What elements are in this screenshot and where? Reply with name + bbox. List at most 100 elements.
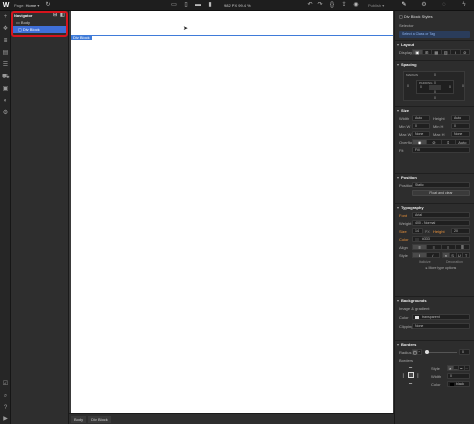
preview-icon[interactable]: ◉ — [352, 2, 360, 9]
bg-color-input[interactable]: transparent — [412, 314, 470, 320]
margin-box[interactable]: MARGIN 0 0 0 0 PADDING 0 0 0 0 — [403, 71, 465, 101]
radius-mode-control[interactable]: ▢ ⌜ — [412, 349, 422, 355]
selected-element-tag[interactable]: Div Block — [71, 35, 92, 40]
no-decoration-icon[interactable]: × — [443, 253, 450, 258]
breadcrumb-body[interactable]: Body — [71, 415, 87, 423]
border-style-control[interactable]: × — ┅ ┈ — [447, 365, 470, 371]
position-header[interactable]: Position — [395, 174, 474, 182]
font-size-input[interactable]: 14 — [412, 228, 423, 234]
margin-right[interactable]: 0 — [462, 84, 464, 88]
selector-input[interactable]: Select a Class or Tag — [399, 31, 470, 38]
redo-icon[interactable]: ↷ — [316, 2, 324, 9]
display-grid-icon[interactable]: ▦ — [432, 50, 442, 55]
assets-icon[interactable]: ▣ — [2, 86, 9, 93]
page-selector[interactable]: Page: Home ▾ — [14, 3, 39, 8]
navigator-icon[interactable]: ≡ — [2, 38, 9, 45]
border-left-icon[interactable]: ▏ — [403, 373, 406, 378]
settings-icon[interactable]: ⚙ — [2, 110, 9, 117]
desktop-icon[interactable]: ▭ — [170, 2, 178, 9]
padding-bottom[interactable]: 0 — [434, 90, 436, 94]
ecommerce-icon[interactable]: ⛟ — [2, 74, 10, 81]
font-size-unit[interactable]: PX — [425, 230, 430, 234]
font-select[interactable]: Arial — [412, 212, 470, 218]
interactions-tab-bolt-icon[interactable]: ϟ — [454, 0, 474, 11]
undo-icon[interactable]: ↶ — [306, 2, 314, 9]
clipping-select[interactable]: None — [412, 323, 470, 329]
weight-select[interactable]: 400 - Normal — [412, 220, 470, 226]
position-select[interactable]: Static — [412, 182, 470, 188]
text-align-control[interactable]: ≡ ≡ ≡ ≣ — [412, 244, 470, 250]
overflow-scroll-icon[interactable]: ⇕ — [442, 140, 456, 145]
overflow-control[interactable]: ◉ ⊘ ⇕ Auto — [412, 139, 470, 145]
align-justify-icon[interactable]: ≣ — [456, 245, 469, 250]
more-type-options-button[interactable]: ▸ More type options — [412, 266, 470, 272]
help-icon[interactable]: ? — [2, 405, 9, 412]
typography-header[interactable]: Typography — [395, 204, 474, 212]
border-all-icon[interactable] — [408, 372, 414, 378]
fit-select[interactable]: Fill — [412, 147, 470, 153]
refresh-icon[interactable]: ↻ — [44, 2, 52, 9]
backgrounds-header[interactable]: Backgrounds — [395, 297, 474, 305]
display-block-icon[interactable]: ▣ — [413, 50, 423, 55]
line-height-input[interactable]: 20 — [451, 228, 470, 234]
padding-right[interactable]: 0 — [449, 85, 451, 89]
symbols-icon[interactable]: ❖ — [2, 26, 9, 33]
align-center-icon[interactable]: ≡ — [427, 245, 442, 250]
tablet-icon[interactable]: ▯ — [182, 2, 190, 9]
cms-icon[interactable]: ☰ — [2, 62, 9, 69]
style-manager-icon[interactable]: ◐ — [2, 98, 9, 105]
regular-icon[interactable]: I — [413, 253, 427, 258]
search-icon[interactable]: ⌕ — [2, 393, 9, 400]
border-dotted-icon[interactable]: ┈ — [465, 366, 470, 371]
add-icon[interactable]: + — [2, 14, 9, 21]
overflow-auto[interactable]: Auto — [456, 140, 469, 145]
radius-input[interactable]: 0 — [459, 349, 470, 355]
strikethrough-icon[interactable]: S — [450, 253, 457, 258]
float-clear-button[interactable]: Float and clear — [412, 190, 470, 196]
min-height-input[interactable]: 0 — [451, 123, 470, 129]
pages-icon[interactable]: ▤ — [2, 50, 9, 57]
export-icon[interactable]: ⇪ — [340, 2, 348, 9]
text-color-input[interactable]: #333 — [412, 236, 470, 242]
display-segmented-control[interactable]: ▣ ⊞ ▦ ▥ I ⊘ — [412, 49, 470, 55]
decoration-control[interactable]: × S U T — [442, 252, 470, 258]
align-left-icon[interactable]: ≡ — [413, 245, 428, 250]
display-none-icon[interactable]: ⊘ — [461, 50, 470, 55]
margin-left[interactable]: 0 — [407, 84, 409, 88]
margin-top[interactable]: 0 — [434, 73, 436, 77]
min-width-input[interactable]: 0 — [412, 123, 430, 129]
code-icon[interactable]: {} — [328, 2, 336, 9]
borders-header[interactable]: Borders — [395, 341, 474, 349]
italic-icon[interactable]: I — [427, 253, 440, 258]
radius-slider-track[interactable] — [425, 352, 457, 353]
display-flex-icon[interactable]: ⊞ — [423, 50, 432, 55]
padding-left[interactable]: 0 — [420, 85, 422, 89]
interactions-tab-drop-icon[interactable]: ◌ — [434, 0, 454, 11]
border-side-picker[interactable]: ▔ ▏ ▕ ▁ — [403, 367, 419, 384]
border-right-icon[interactable]: ▕ — [415, 373, 418, 378]
padding-box[interactable]: PADDING 0 0 0 0 — [416, 80, 454, 94]
radius-individual-icon[interactable]: ⌜ — [418, 350, 421, 355]
margin-bottom[interactable]: 0 — [434, 96, 436, 100]
width-input[interactable]: Auto — [412, 115, 430, 121]
height-input[interactable]: Auto — [451, 115, 470, 121]
webflow-logo[interactable]: W — [1, 1, 11, 10]
overflow-hidden-icon[interactable]: ⊘ — [427, 140, 442, 145]
canvas-page[interactable] — [71, 11, 393, 413]
style-tab-brush-icon[interactable]: ✎ — [394, 0, 414, 11]
settings-tab-gear-icon[interactable]: ⚙ — [414, 0, 434, 11]
publish-button[interactable]: Publish ▾ — [368, 3, 384, 8]
max-height-input[interactable]: None — [451, 131, 470, 137]
align-right-icon[interactable]: ≡ — [442, 245, 456, 250]
border-color-input[interactable]: black — [447, 381, 470, 387]
layout-header[interactable]: Layout — [395, 41, 474, 49]
border-bottom-icon[interactable]: ▁ — [409, 379, 412, 384]
underline-icon[interactable]: U — [457, 253, 464, 258]
max-width-input[interactable]: None — [412, 131, 430, 137]
breadcrumb-div-block[interactable]: Div Block — [88, 415, 111, 423]
selected-div-outline[interactable] — [71, 35, 393, 37]
radius-slider-handle[interactable] — [425, 350, 429, 354]
mobile-portrait-icon[interactable]: ▮ — [206, 2, 214, 9]
display-inline-block-icon[interactable]: ▥ — [442, 50, 451, 55]
audit-icon[interactable]: ☑ — [2, 381, 9, 388]
